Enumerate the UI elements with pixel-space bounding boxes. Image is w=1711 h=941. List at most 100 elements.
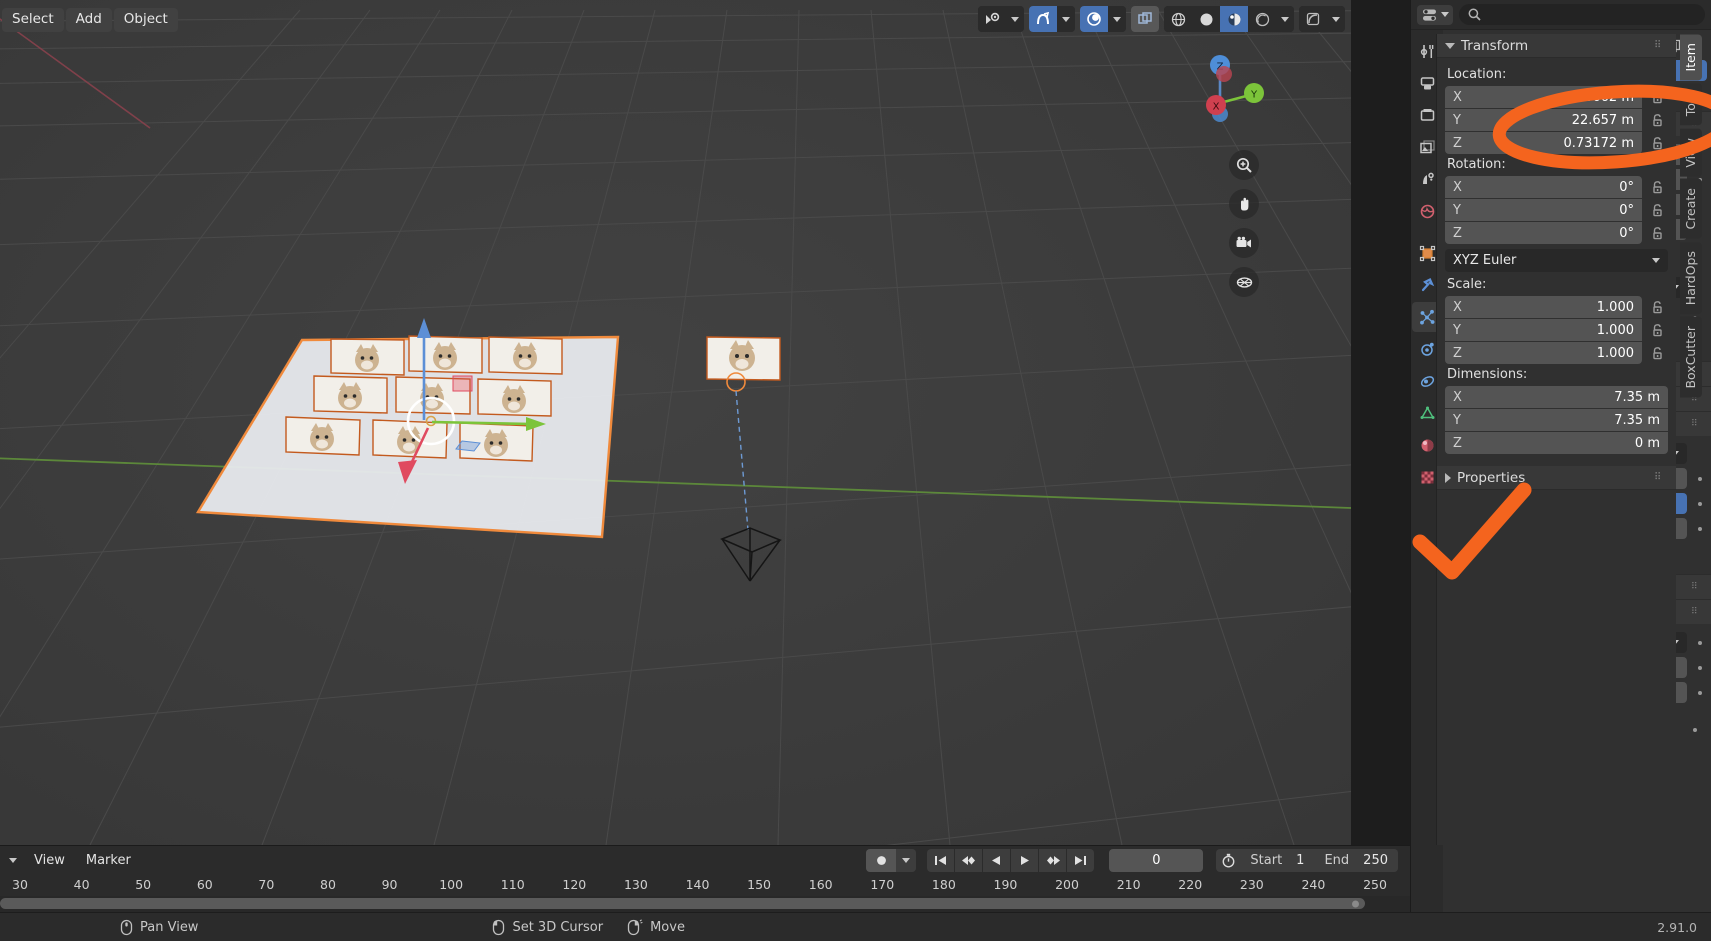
scale-fields: X 1.000 Y 1.000 Z 1.000: [1445, 296, 1668, 364]
dimensions-z-field[interactable]: Z 0 m: [1445, 432, 1668, 454]
play-reverse-button[interactable]: [983, 848, 1011, 872]
shading-material-icon[interactable]: [1220, 6, 1248, 32]
properties-panel-header[interactable]: Properties ⠿: [1437, 466, 1676, 490]
editor-type-selector[interactable]: [1417, 4, 1453, 25]
auto-keying-dropdown[interactable]: [896, 848, 917, 872]
transform-panel-body: Location: X -1.0662 m Y 22.657 m Z 0.731…: [1437, 58, 1676, 458]
scrollbar-knob[interactable]: [1352, 900, 1359, 907]
tab-item[interactable]: Item: [1680, 34, 1702, 81]
auto-keying-group: [866, 848, 917, 872]
shading-rendered-icon[interactable]: [1248, 6, 1276, 32]
lock-scale-y-icon[interactable]: [1651, 319, 1664, 341]
timeline-editor-type-icon[interactable]: [4, 849, 22, 871]
end-label: End: [1324, 852, 1350, 868]
rotation-mode-dropdown[interactable]: XYZ Euler: [1445, 249, 1668, 272]
timeline-track[interactable]: [0, 896, 1410, 912]
jump-to-end-button[interactable]: [1067, 848, 1095, 872]
record-icon[interactable]: [866, 848, 897, 872]
timeline-horizontal-scrollbar[interactable]: [0, 898, 1365, 909]
transform-panel-header[interactable]: Transform ⠿: [1437, 34, 1676, 58]
location-fields: X -1.0662 m Y 22.657 m Z 0.73172 m: [1445, 86, 1668, 154]
next-keyframe-button[interactable]: [1039, 848, 1067, 872]
lock-location-y-icon[interactable]: [1651, 109, 1664, 131]
lock-rotation-z-icon[interactable]: [1651, 222, 1664, 244]
proportional-edit-icon[interactable]: [1080, 6, 1108, 32]
dimensions-y-field[interactable]: Y 7.35 m: [1445, 409, 1668, 431]
3d-viewport[interactable]: Select Add Object Z Y X: [0, 0, 1351, 845]
search-input[interactable]: [1459, 4, 1705, 25]
grip-dots-icon[interactable]: ⠿: [1654, 473, 1668, 483]
start-label: Start: [1250, 852, 1283, 868]
rotation-z-field[interactable]: Z 0°: [1445, 222, 1642, 244]
lock-scale-x-icon[interactable]: [1651, 296, 1664, 318]
snap-dropdown[interactable]: [1057, 6, 1075, 32]
current-frame-field[interactable]: 0: [1109, 848, 1204, 872]
timeline-menu-marker[interactable]: Marker: [77, 850, 140, 871]
viewport-menubar: Select Add Object: [0, 8, 178, 32]
proportional-edit-dropdown[interactable]: [1108, 6, 1126, 32]
start-frame-field[interactable]: Start 1: [1240, 848, 1315, 872]
visibility-icon[interactable]: [978, 6, 1006, 32]
stopwatch-icon[interactable]: [1216, 849, 1240, 872]
end-frame-field[interactable]: End 250: [1314, 848, 1398, 872]
jump-to-start-button[interactable]: [927, 848, 955, 872]
grip-dots-icon[interactable]: ⠿: [1654, 41, 1668, 51]
zoom-icon[interactable]: [1229, 150, 1259, 180]
navigation-gizmo[interactable]: Z Y X: [1175, 48, 1265, 138]
lock-rotation-x-icon[interactable]: [1651, 176, 1664, 198]
play-button[interactable]: [1011, 848, 1039, 872]
viewport-tool-column: [1229, 150, 1259, 297]
scale-x-field[interactable]: X 1.000: [1445, 296, 1642, 318]
scale-z-field[interactable]: Z 1.000: [1445, 342, 1642, 364]
lock-rotation-y-icon[interactable]: [1651, 199, 1664, 221]
timeline-tick: 140: [685, 877, 710, 892]
dimensions-x-field[interactable]: X 7.35 m: [1445, 386, 1668, 408]
shading-solid-icon[interactable]: [1192, 6, 1220, 32]
pan-hand-icon[interactable]: [1229, 189, 1259, 219]
rotation-x-field[interactable]: X 0°: [1445, 176, 1642, 198]
gizmo-icon[interactable]: [1299, 6, 1327, 32]
grid-icon[interactable]: [1229, 267, 1259, 297]
proportional-edit-group[interactable]: [1080, 6, 1126, 32]
chevron-right-icon: [1445, 472, 1451, 483]
location-x-field[interactable]: X -1.0662 m: [1445, 86, 1642, 108]
camera-icon[interactable]: [1229, 228, 1259, 258]
playback-controls: [927, 848, 1095, 872]
rotation-y-field[interactable]: Y 0°: [1445, 199, 1642, 221]
visibility-group[interactable]: [978, 6, 1024, 32]
chevron-down-icon: [1441, 12, 1449, 17]
lock-location-x-icon[interactable]: [1651, 86, 1664, 108]
gizmo-group[interactable]: [1299, 6, 1345, 32]
tab-view[interactable]: View: [1680, 128, 1702, 177]
timeline-tick: 200: [1055, 877, 1079, 892]
timeline-ruler[interactable]: 30 40 50 60 70 80 90 100 110 120 130 140 150 160 170 18…: [0, 874, 1410, 896]
tab-hardops[interactable]: HardOps: [1680, 241, 1702, 315]
prev-keyframe-button[interactable]: [955, 848, 983, 872]
dimensions-label: Dimensions:: [1447, 367, 1528, 382]
location-z-field[interactable]: Z 0.73172 m: [1445, 132, 1642, 154]
tab-tool[interactable]: Tool: [1680, 83, 1702, 126]
status-move-label: Move: [650, 919, 685, 935]
menu-object[interactable]: Object: [113, 8, 178, 32]
menu-select[interactable]: Select: [2, 8, 64, 32]
lock-scale-z-icon[interactable]: [1651, 342, 1664, 364]
timeline-tick: 80: [320, 877, 336, 892]
timeline-menu-view[interactable]: View: [25, 850, 74, 871]
location-y-field[interactable]: Y 22.657 m: [1445, 109, 1642, 131]
shading-wireframe-icon[interactable]: [1164, 6, 1192, 32]
snap-group[interactable]: [1029, 6, 1075, 32]
blender-window: Select Add Object Z Y X Transform ⠿ Loca…: [0, 0, 1711, 941]
overlays-icon[interactable]: [1131, 6, 1159, 32]
menu-add[interactable]: Add: [65, 8, 112, 32]
gizmo-dropdown[interactable]: [1327, 6, 1345, 32]
shading-dropdown[interactable]: [1276, 6, 1294, 32]
search-icon: [1468, 8, 1481, 21]
shading-group[interactable]: [1164, 6, 1294, 32]
lock-location-z-icon[interactable]: [1651, 132, 1664, 154]
snap-magnet-icon[interactable]: [1029, 6, 1057, 32]
tab-create[interactable]: Create: [1680, 179, 1702, 239]
overlays-group[interactable]: [1131, 6, 1159, 32]
scale-y-field[interactable]: Y 1.000: [1445, 319, 1642, 341]
visibility-dropdown[interactable]: [1006, 6, 1024, 32]
tab-boxcutter[interactable]: BoxCutter: [1680, 317, 1702, 398]
